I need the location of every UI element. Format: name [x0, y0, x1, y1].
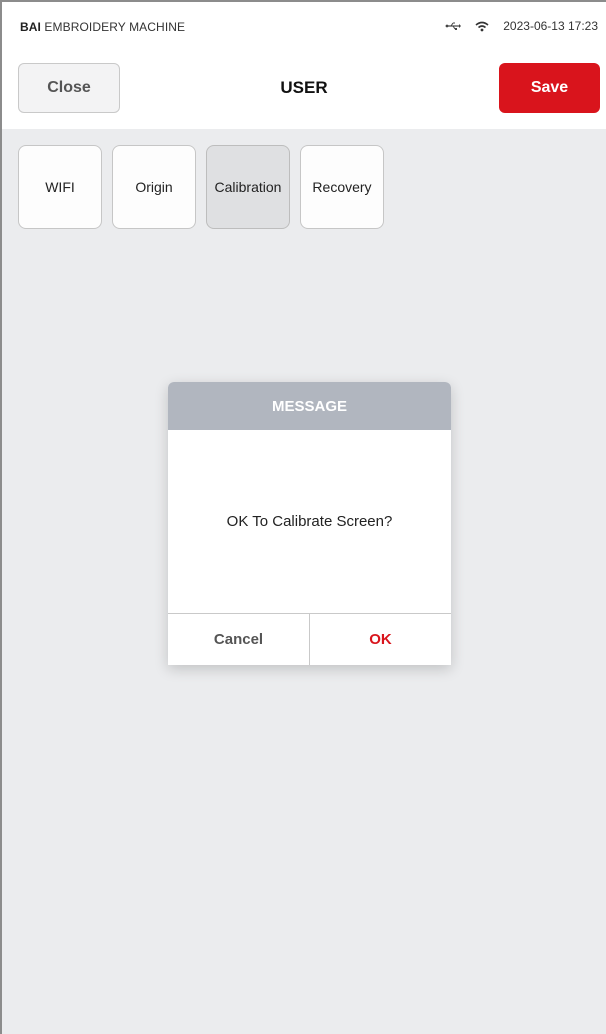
dialog-actions: Cancel OK — [168, 613, 451, 665]
tab-wifi[interactable]: WIFI — [18, 145, 102, 229]
message-dialog: MESSAGE OK To Calibrate Screen? Cancel O… — [168, 382, 451, 665]
brand-name: BAI EMBROIDERY MACHINE — [20, 20, 186, 34]
save-button[interactable]: Save — [499, 63, 600, 113]
dialog-message: OK To Calibrate Screen? — [226, 513, 393, 530]
usb-icon — [445, 21, 462, 31]
cancel-button[interactable]: Cancel — [168, 614, 310, 665]
wifi-icon — [475, 21, 489, 32]
settings-tabs: WIFI Origin Calibration Recovery — [18, 145, 384, 229]
app-screen: BAI EMBROIDERY MACHINE 2023-06-13 17:23 … — [0, 0, 606, 1034]
ok-button[interactable]: OK — [310, 614, 451, 665]
dialog-title: MESSAGE — [168, 382, 451, 430]
header-bar: Close USER Save — [2, 52, 606, 129]
status-bar: BAI EMBROIDERY MACHINE 2023-06-13 17:23 — [2, 2, 606, 52]
status-icons: 2023-06-13 17:23 — [445, 19, 598, 33]
tab-calibration[interactable]: Calibration — [206, 145, 290, 229]
datetime: 2023-06-13 17:23 — [503, 19, 598, 33]
tab-recovery[interactable]: Recovery — [300, 145, 384, 229]
tab-origin[interactable]: Origin — [112, 145, 196, 229]
